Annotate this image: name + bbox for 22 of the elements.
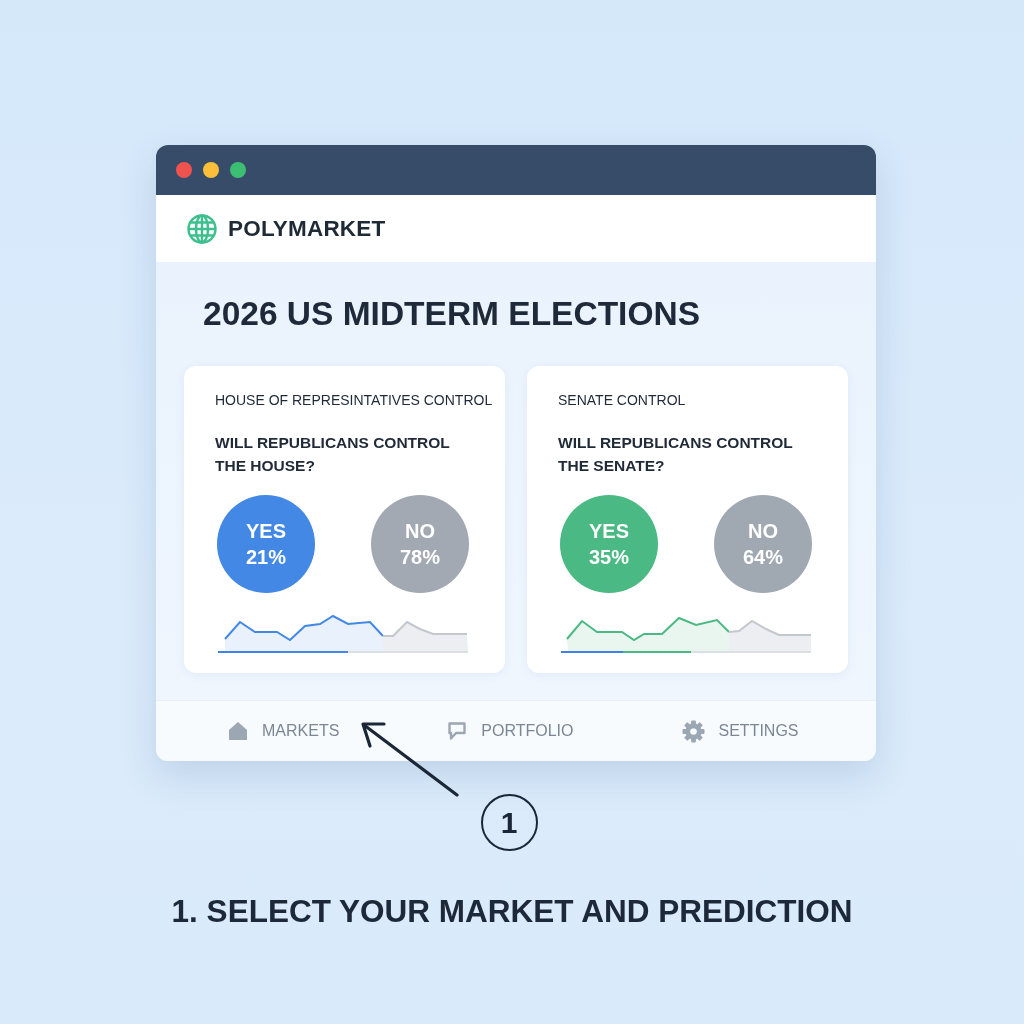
outcome-button[interactable]: NO 64% bbox=[714, 495, 812, 593]
maximize-button[interactable] bbox=[230, 162, 246, 178]
step-number: 1 bbox=[480, 794, 538, 851]
settings-icon bbox=[681, 719, 705, 743]
market-category: HOUSE OF REPRESINTATIVES CONTROL bbox=[215, 391, 494, 409]
speech-bubble-icon bbox=[447, 721, 468, 741]
outcome-button[interactable]: NO 78% bbox=[371, 495, 469, 593]
nav-tab[interactable]: PORTFOLIO bbox=[447, 721, 574, 741]
globe-logo-icon bbox=[187, 213, 217, 244]
nav-tab[interactable]: MARKETS bbox=[228, 721, 340, 741]
market-question: WILL REPUBLICANS CONTROL THE SENATE? bbox=[558, 433, 794, 476]
market-question: WILL REPUBLICANS CONTROL THE HOUSE? bbox=[215, 433, 451, 476]
page-heading: 2026 US MIDTERM ELECTIONS bbox=[203, 295, 701, 333]
step-caption: 1. SELECT YOUR MARKET AND PREDICTION bbox=[171, 893, 853, 930]
outcome-button[interactable]: YES 21% bbox=[217, 495, 315, 593]
market-category: SENATE CONTROL bbox=[558, 391, 687, 409]
home-icon bbox=[228, 721, 248, 741]
outcome-button[interactable]: YES 35% bbox=[560, 495, 658, 593]
minimize-button[interactable] bbox=[203, 162, 219, 178]
brand-name: POLYMARKET bbox=[228, 215, 386, 242]
close-button[interactable] bbox=[176, 162, 192, 178]
nav-tab[interactable]: SETTINGS bbox=[681, 719, 799, 743]
